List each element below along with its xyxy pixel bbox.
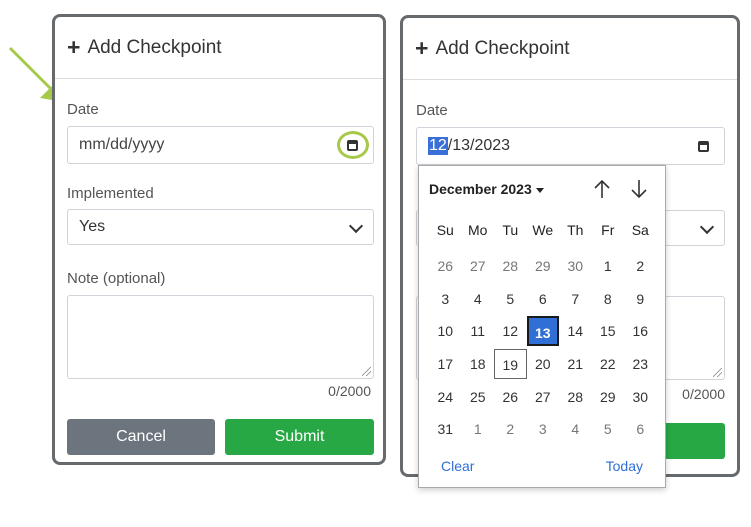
calendar-day[interactable]: 18 bbox=[462, 349, 495, 379]
calendar-day[interactable]: 22 bbox=[592, 349, 625, 379]
date-label: Date bbox=[416, 102, 448, 119]
plus-icon: + bbox=[67, 34, 81, 60]
chevron-down-icon bbox=[348, 218, 364, 234]
weekday-label: Su bbox=[436, 222, 454, 238]
calendar-day[interactable]: 26 bbox=[494, 382, 527, 412]
calendar-day-selected[interactable]: 13 bbox=[526, 316, 559, 346]
calendar-day[interactable]: 26 bbox=[429, 251, 462, 281]
calendar-day[interactable]: 23 bbox=[624, 349, 657, 379]
weekday-label: Th bbox=[567, 222, 584, 238]
calendar-day[interactable]: 6 bbox=[624, 414, 657, 444]
plus-icon: + bbox=[415, 35, 429, 61]
weekday-label: Tu bbox=[502, 222, 519, 238]
highlight-circle bbox=[337, 131, 369, 159]
calendar-day[interactable]: 11 bbox=[462, 316, 495, 346]
calendar-day[interactable]: 20 bbox=[527, 349, 560, 379]
calendar-day[interactable]: 5 bbox=[592, 414, 625, 444]
calendar-day[interactable]: 29 bbox=[527, 251, 560, 281]
date-input[interactable]: mm/dd/yyyy bbox=[67, 126, 374, 164]
calendar-day[interactable]: 2 bbox=[624, 251, 657, 281]
note-textarea[interactable] bbox=[67, 295, 374, 379]
implemented-value: Yes bbox=[79, 218, 106, 235]
calendar-day[interactable]: 28 bbox=[494, 251, 527, 281]
calendar-day[interactable]: 12 bbox=[494, 316, 527, 346]
month-segment-selected[interactable]: 12 bbox=[428, 137, 448, 155]
calendar-day[interactable]: 4 bbox=[462, 284, 495, 314]
arrow-up-icon[interactable] bbox=[592, 178, 612, 200]
note-char-counter: 0/2000 bbox=[682, 386, 725, 402]
calendar-week-row: 24 25 26 27 28 29 30 bbox=[429, 382, 657, 412]
form-header: + Add Checkpoint bbox=[55, 17, 383, 79]
month-year-dropdown[interactable]: December 2023 bbox=[429, 181, 544, 197]
note-label: Note (optional) bbox=[67, 270, 166, 287]
calendar-day[interactable]: 7 bbox=[559, 284, 592, 314]
arrow-down-icon[interactable] bbox=[629, 178, 649, 200]
calendar-week-row: 31 1 2 3 4 5 6 bbox=[429, 414, 657, 444]
calendar-day[interactable]: 6 bbox=[527, 284, 560, 314]
date-input[interactable]: 12/13/2023 bbox=[416, 127, 725, 165]
weekday-header-row: Su Mo Tu We Th Fr Sa bbox=[429, 222, 657, 238]
screenshot-stage: + Add Checkpoint Date mm/dd/yyyy Impleme… bbox=[0, 0, 751, 527]
calendar-day[interactable]: 8 bbox=[592, 284, 625, 314]
implemented-label: Implemented bbox=[67, 185, 154, 202]
calendar-day[interactable]: 15 bbox=[592, 316, 625, 346]
calendar-day[interactable]: 1 bbox=[592, 251, 625, 281]
date-rest[interactable]: /13/2023 bbox=[448, 137, 510, 155]
calendar-week-row: 17 18 19 20 21 22 23 bbox=[429, 349, 657, 379]
calendar-day[interactable]: 17 bbox=[429, 349, 462, 379]
calendar-day[interactable]: 24 bbox=[429, 382, 462, 412]
calendar-day[interactable]: 27 bbox=[462, 251, 495, 281]
calendar-day[interactable]: 9 bbox=[624, 284, 657, 314]
calendar-day[interactable]: 30 bbox=[624, 382, 657, 412]
resize-handle-icon[interactable] bbox=[713, 368, 722, 377]
weekday-label: We bbox=[532, 222, 554, 238]
caret-down-icon bbox=[535, 187, 544, 193]
calendar-day[interactable]: 31 bbox=[429, 414, 462, 444]
month-label: December 2023 bbox=[429, 181, 532, 197]
calendar-footer: Clear Today bbox=[441, 458, 643, 474]
today-button[interactable]: Today bbox=[606, 458, 643, 474]
resize-handle-icon[interactable] bbox=[362, 367, 371, 376]
calendar-day[interactable]: 4 bbox=[559, 414, 592, 444]
calendar-day[interactable]: 1 bbox=[462, 414, 495, 444]
calendar-week-row: 10 11 12 13 14 15 16 bbox=[429, 316, 657, 346]
date-picker-popup: December 2023 Su Mo Tu We Th Fr Sa 26 27… bbox=[418, 165, 666, 488]
weekday-label: Mo bbox=[468, 222, 488, 238]
calendar-day[interactable]: 14 bbox=[559, 316, 592, 346]
calendar-week-row: 3 4 5 6 7 8 9 bbox=[429, 284, 657, 314]
calendar-icon[interactable] bbox=[698, 141, 709, 152]
calendar-day[interactable]: 3 bbox=[527, 414, 560, 444]
calendar-day[interactable]: 30 bbox=[559, 251, 592, 281]
weekday-label: Fr bbox=[601, 222, 615, 238]
calendar-day[interactable]: 3 bbox=[429, 284, 462, 314]
implemented-select[interactable]: Yes bbox=[67, 209, 374, 245]
date-placeholder: mm/dd/yyyy bbox=[79, 136, 165, 153]
weekday-label: Sa bbox=[631, 222, 649, 238]
calendar-day[interactable]: 16 bbox=[624, 316, 657, 346]
form-title: Add Checkpoint bbox=[87, 36, 222, 58]
calendar-day[interactable]: 29 bbox=[592, 382, 625, 412]
date-label: Date bbox=[67, 101, 99, 118]
calendar-day[interactable]: 21 bbox=[559, 349, 592, 379]
calendar-day[interactable]: 5 bbox=[494, 284, 527, 314]
chevron-down-icon bbox=[699, 219, 715, 235]
submit-button[interactable]: Submit bbox=[225, 419, 374, 455]
calendar-week-row: 26 27 28 29 30 1 2 bbox=[429, 251, 657, 281]
calendar-day[interactable]: 25 bbox=[462, 382, 495, 412]
clear-button[interactable]: Clear bbox=[441, 458, 474, 474]
form-title: Add Checkpoint bbox=[435, 37, 570, 59]
note-char-counter: 0/2000 bbox=[328, 383, 371, 399]
cancel-button[interactable]: Cancel bbox=[67, 419, 215, 455]
form-header: + Add Checkpoint bbox=[403, 18, 737, 80]
add-checkpoint-form: + Add Checkpoint Date mm/dd/yyyy Impleme… bbox=[52, 14, 386, 465]
calendar-day[interactable]: 27 bbox=[527, 382, 560, 412]
calendar-day[interactable]: 10 bbox=[429, 316, 462, 346]
calendar-day[interactable]: 28 bbox=[559, 382, 592, 412]
calendar-day-today[interactable]: 19 bbox=[494, 349, 527, 379]
calendar-day[interactable]: 2 bbox=[494, 414, 527, 444]
